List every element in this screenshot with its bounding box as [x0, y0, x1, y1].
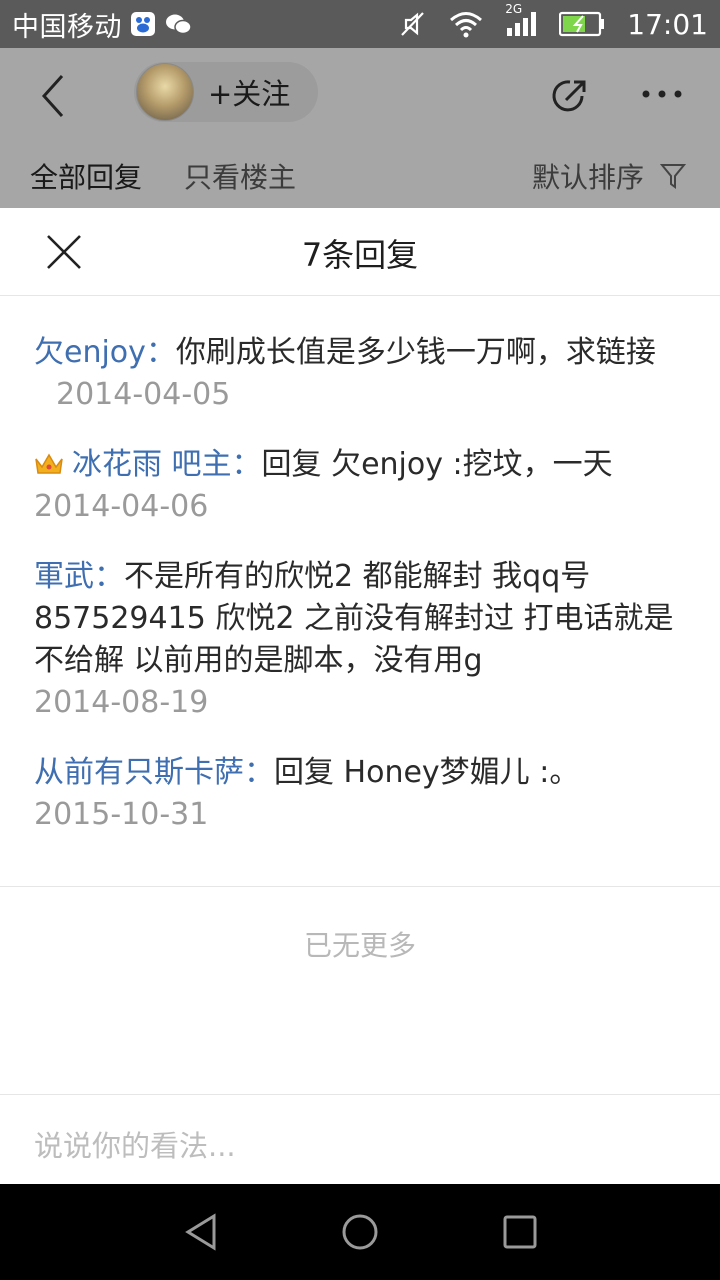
thread-header: +关注 全部回复 只看楼主 默认排序 [0, 48, 720, 208]
list-item[interactable]: 軍武：不是所有的欣悦2 都能解封 我qq号857529415 欣悦2 之前没有解… [34, 556, 694, 724]
avatar[interactable] [136, 63, 194, 121]
navigation-bar [0, 1184, 720, 1280]
filter-icon [660, 164, 687, 189]
sort-dropdown[interactable]: 默认排序 [532, 156, 687, 196]
reply-date: 2014-08-19 [34, 685, 209, 720]
comment-input[interactable]: 说说你的看法... [34, 1123, 236, 1165]
nav-recents-icon[interactable] [500, 1212, 540, 1252]
nav-back-icon[interactable] [182, 1212, 222, 1252]
follow-button[interactable]: +关注 [134, 62, 318, 122]
reply-list: 欠enjoy：你刷成长值是多少钱一万啊，求链接 2014-04-05 冰花雨 吧主… [34, 332, 694, 864]
reply-username[interactable]: 軍武： [34, 559, 124, 594]
status-bar: 中国移动 2G 17:01 [0, 0, 720, 48]
reply-username[interactable]: 欠enjoy： [34, 335, 176, 370]
replies-sheet: 7条回复 欠enjoy：你刷成长值是多少钱一万啊，求链接 2014-04-05 冰… [0, 208, 720, 1184]
carrier-name: 中国移动 [12, 11, 122, 43]
more-icon[interactable] [640, 88, 684, 100]
share-icon[interactable] [548, 74, 592, 118]
battery-icon [559, 11, 605, 37]
reply-date: 2014-04-05 [56, 377, 231, 412]
wifi-icon [449, 10, 483, 38]
no-more-label: 已无更多 [303, 929, 416, 962]
follow-label: +关注 [208, 77, 291, 111]
tab-all-replies[interactable]: 全部回复 [30, 156, 142, 196]
sheet-title: 7条回复 [301, 236, 419, 274]
reply-tabs: 全部回复 只看楼主 默认排序 [0, 148, 720, 204]
list-item[interactable]: 欠enjoy：你刷成长值是多少钱一万啊，求链接 2014-04-05 [34, 332, 694, 416]
clock: 17:01 [627, 7, 708, 41]
network-type: 2G [505, 2, 523, 16]
reply-text: 不是所有的欣悦2 都能解封 我qq号857529415 欣悦2 之前没有解封过 … [34, 559, 674, 678]
nav-home-icon[interactable] [340, 1212, 380, 1252]
wechat-icon [164, 12, 192, 36]
tab-owner-only[interactable]: 只看楼主 [184, 156, 296, 196]
sort-label: 默认排序 [532, 161, 645, 194]
reply-username[interactable]: 冰花雨 吧主： [72, 447, 262, 482]
baidu-icon [130, 11, 156, 37]
reply-username[interactable]: 从前有只斯卡萨： [34, 755, 274, 790]
reply-text: 回复 欠enjoy :挖坟，一天 [261, 447, 613, 482]
list-item[interactable]: 冰花雨 吧主：回复 欠enjoy :挖坟，一天 2014-04-06 [34, 444, 694, 528]
reply-text: 回复 Honey梦媚儿 :。 [274, 755, 580, 790]
comment-bar[interactable]: 说说你的看法... [0, 1094, 720, 1184]
sheet-header: 7条回复 [0, 208, 720, 296]
signal-icon: 2G [505, 2, 537, 38]
reply-text: 你刷成长值是多少钱一万啊，求链接 [175, 335, 656, 370]
list-item[interactable]: 从前有只斯卡萨：回复 Honey梦媚儿 :。 2015-10-31 [34, 752, 694, 836]
reply-date: 2015-10-31 [34, 797, 209, 832]
mute-icon [397, 9, 427, 39]
divider [0, 886, 720, 887]
crown-icon [35, 453, 63, 474]
reply-date: 2014-04-06 [34, 489, 209, 524]
back-icon[interactable] [36, 70, 76, 122]
